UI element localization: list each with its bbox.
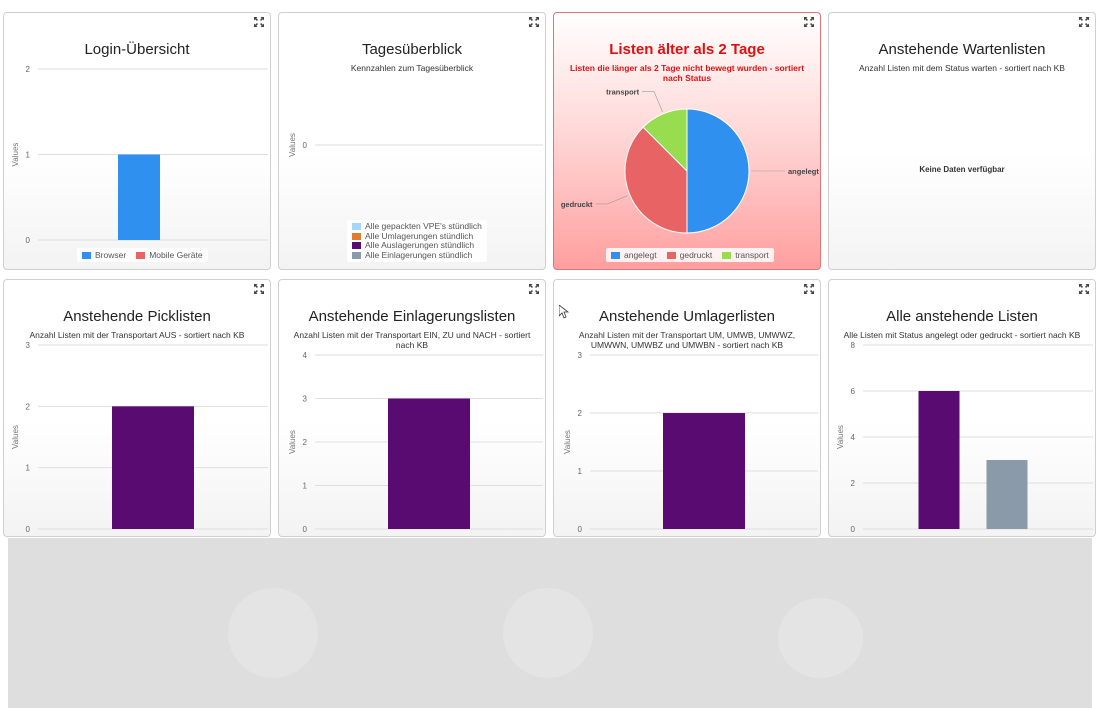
legend-item[interactable]: transport — [722, 250, 769, 260]
y-tick-label: 2 — [26, 402, 31, 411]
pie-label-connector — [642, 91, 663, 112]
legend-swatch — [352, 223, 361, 231]
legend-label: angelegt — [624, 250, 657, 260]
legend-swatch — [722, 251, 732, 259]
no-data-message: Keine Daten verfügbar — [919, 165, 1005, 174]
legend-swatch — [352, 251, 361, 259]
y-tick-label: 2 — [578, 409, 583, 418]
chart-bar[interactable] — [112, 406, 194, 529]
y-tick-label: 1 — [303, 482, 308, 491]
widget-card-login: Login-Übersicht 0 1 2 Values Browser Mobile Ge… — [3, 12, 271, 270]
y-axis-label: Values — [288, 133, 297, 157]
widget-card-pick: Anstehende Picklisten Anzahl Listen mit d… — [3, 279, 271, 537]
pie-label-connector — [595, 195, 628, 205]
chart-canvas: 0 1 2 3 Values — [11, 341, 268, 534]
chart-canvas: angelegt gedruckt transport — [561, 88, 819, 234]
y-tick-label: 4 — [303, 351, 308, 360]
legend-label: Browser — [95, 250, 127, 260]
chart-bar[interactable] — [918, 391, 960, 529]
y-tick-label: 0 — [303, 525, 308, 534]
legend-item[interactable]: Mobile Geräte — [136, 250, 203, 260]
chart-legend: Alle gepackten VPE's stündlich Alle Umlag… — [347, 220, 487, 262]
background-shape — [778, 598, 863, 678]
y-tick-label: 2 — [303, 438, 308, 447]
y-tick-label: 6 — [851, 387, 856, 396]
y-axis-label: Values — [288, 430, 297, 454]
pie-slice-angelegt[interactable] — [686, 108, 750, 234]
mouse-cursor-icon — [559, 305, 569, 319]
legend-label: Mobile Geräte — [149, 250, 203, 260]
legend-swatch — [352, 242, 361, 250]
legend-item[interactable]: angelegt — [611, 250, 657, 260]
y-tick-label: 3 — [303, 395, 308, 404]
y-axis-label: Values — [11, 425, 20, 449]
legend-swatch — [666, 251, 676, 259]
background-shape — [503, 588, 593, 678]
widget-card-umlager: Anstehende Umlagerlisten Anzahl Listen mi… — [553, 279, 821, 537]
y-tick-label: 0 — [26, 236, 31, 245]
legend-label: transport — [735, 250, 769, 260]
chart-bar[interactable] — [663, 413, 745, 529]
widget-card-alle: Alle anstehende Listen Alle Listen mit St… — [828, 279, 1096, 537]
legend-swatch — [136, 251, 146, 259]
y-tick-label: 8 — [851, 341, 856, 350]
y-axis-label: Values — [11, 143, 20, 167]
widget-card-warte: Anstehende Wartenlisten Anzahl Listen mit… — [828, 12, 1096, 270]
legend-swatch — [82, 251, 91, 259]
pie-data-label: gedruckt — [561, 200, 593, 209]
y-tick-label: 3 — [26, 341, 31, 350]
y-tick-label: 0 — [578, 525, 583, 534]
chart-bar[interactable] — [986, 460, 1028, 529]
widget-card-einlager: Anstehende Einlagerungslisten Anzahl List… — [278, 279, 546, 537]
background-shape — [228, 588, 318, 678]
chart-canvas — [829, 13, 1096, 270]
chart-bar[interactable] — [118, 154, 160, 241]
legend-item[interactable]: Alle Einlagerungen stündlich — [352, 249, 482, 261]
chart-canvas: 0 1 2 3 4 Values — [288, 351, 543, 534]
widget-card-aelter: Listen älter als 2 Tage Listen die länger… — [553, 12, 821, 270]
pie-data-label: transport — [606, 88, 639, 97]
y-tick-label: 2 — [26, 65, 31, 74]
legend-label: gedruckt — [679, 250, 713, 260]
y-tick-label: 1 — [26, 464, 31, 473]
y-axis-label: Values — [836, 425, 845, 449]
chart-bar[interactable] — [388, 398, 470, 530]
chart-canvas: 0 1 2 Values — [11, 65, 268, 245]
dashboard-background — [8, 538, 1092, 708]
y-tick-label: 4 — [851, 433, 856, 442]
y-axis-label: Values — [563, 430, 572, 454]
legend-item[interactable]: gedruckt — [666, 250, 713, 260]
legend-label: Alle Einlagerungen stündlich — [365, 249, 473, 260]
y-tick-label: 1 — [578, 467, 583, 476]
chart-legend: Browser Mobile Geräte — [77, 248, 208, 262]
legend-swatch — [352, 232, 361, 240]
y-tick-label: 3 — [578, 351, 583, 360]
y-tick-label: 0 — [303, 141, 308, 150]
widget-card-tages: Tagesüberblick Kennzahlen zum Tagesüberbl… — [278, 12, 546, 270]
y-tick-label: 1 — [26, 151, 31, 160]
y-tick-label: 0 — [26, 525, 31, 534]
legend-swatch — [611, 251, 620, 259]
legend-item[interactable]: Browser — [82, 250, 126, 260]
pie-data-label: angelegt — [788, 167, 819, 176]
chart-legend: angelegt gedruckt transport — [606, 248, 774, 262]
chart-canvas: 0 2 4 6 8 Values — [836, 341, 1093, 534]
chart-canvas: 0 1 2 3 Values — [563, 351, 818, 534]
y-tick-label: 2 — [851, 479, 856, 488]
y-tick-label: 0 — [851, 525, 856, 534]
